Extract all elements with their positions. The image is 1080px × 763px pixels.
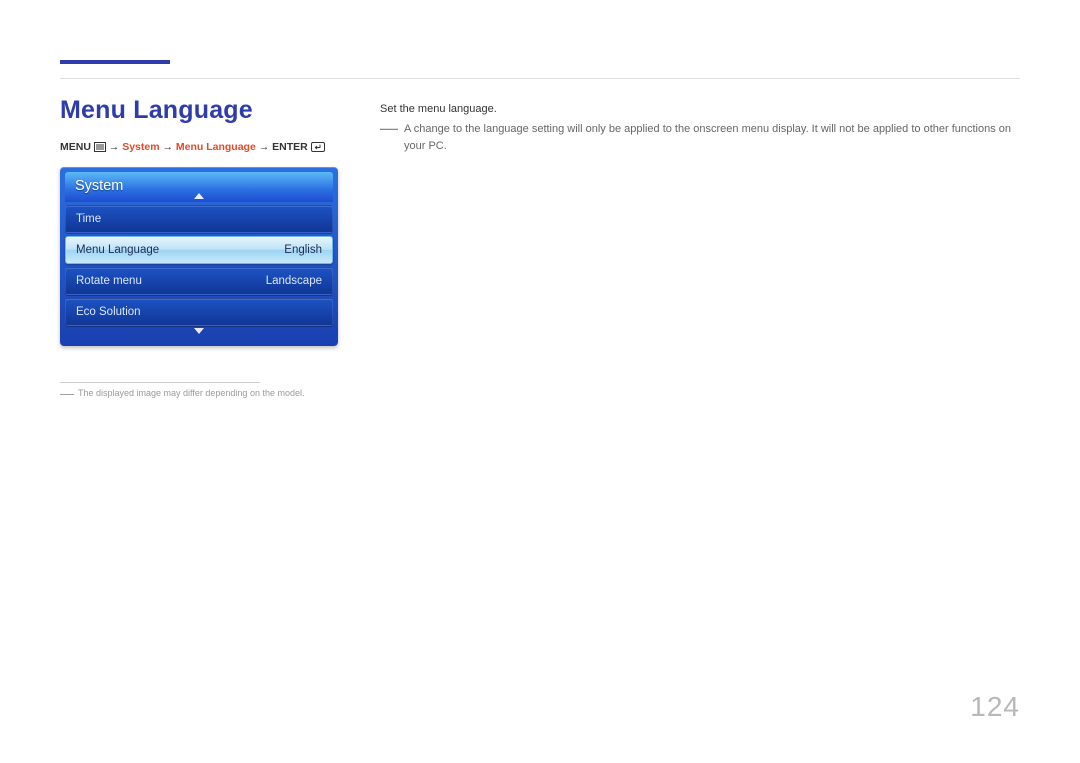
osd-item-value: English [284, 244, 322, 256]
footnote-text: The displayed image may differ depending… [78, 388, 304, 398]
crumb-enter-label: ENTER [272, 141, 308, 153]
scroll-down-icon[interactable] [194, 328, 204, 334]
osd-item-eco-solution[interactable]: Eco Solution [65, 298, 333, 326]
scroll-up-icon[interactable] [194, 193, 204, 199]
osd-panel: System Time Menu Language English Rotate… [60, 167, 338, 346]
osd-list: Time Menu Language English Rotate menu L… [65, 205, 333, 326]
osd-item-time[interactable]: Time [65, 205, 333, 233]
crumb-system: System [122, 141, 159, 153]
osd-item-rotate-menu[interactable]: Rotate menu Landscape [65, 267, 333, 295]
description-note: ― A change to the language setting will … [380, 121, 1020, 154]
dash-icon: ― [60, 388, 74, 398]
crumb-arrow-3: → [259, 141, 270, 153]
menu-icon [94, 142, 106, 152]
page-number: 124 [970, 691, 1020, 723]
top-rule [60, 78, 1020, 79]
enter-icon [311, 142, 325, 152]
crumb-arrow-1: → [109, 141, 120, 153]
osd-item-label: Eco Solution [76, 306, 141, 318]
crumb-menu-language: Menu Language [176, 141, 256, 153]
page-title: Menu Language [60, 96, 350, 125]
footnote: ― The displayed image may differ dependi… [60, 388, 350, 398]
crumb-arrow-2: → [162, 141, 173, 153]
dash-icon: ― [380, 121, 398, 154]
osd-header-title: System [75, 178, 123, 194]
description-note-text: A change to the language setting will on… [404, 121, 1020, 154]
osd-item-menu-language[interactable]: Menu Language English [65, 236, 333, 264]
description-main: Set the menu language. [380, 103, 1020, 115]
osd-item-label: Time [76, 213, 101, 225]
accent-bar [60, 60, 170, 64]
footnote-divider [60, 382, 260, 383]
osd-header: System [65, 172, 333, 202]
breadcrumb: MENU → System → Menu Language → ENTER [60, 141, 350, 153]
crumb-menu-label: MENU [60, 141, 91, 153]
osd-item-value: Landscape [266, 275, 322, 287]
osd-item-label: Menu Language [76, 244, 159, 256]
osd-item-label: Rotate menu [76, 275, 142, 287]
